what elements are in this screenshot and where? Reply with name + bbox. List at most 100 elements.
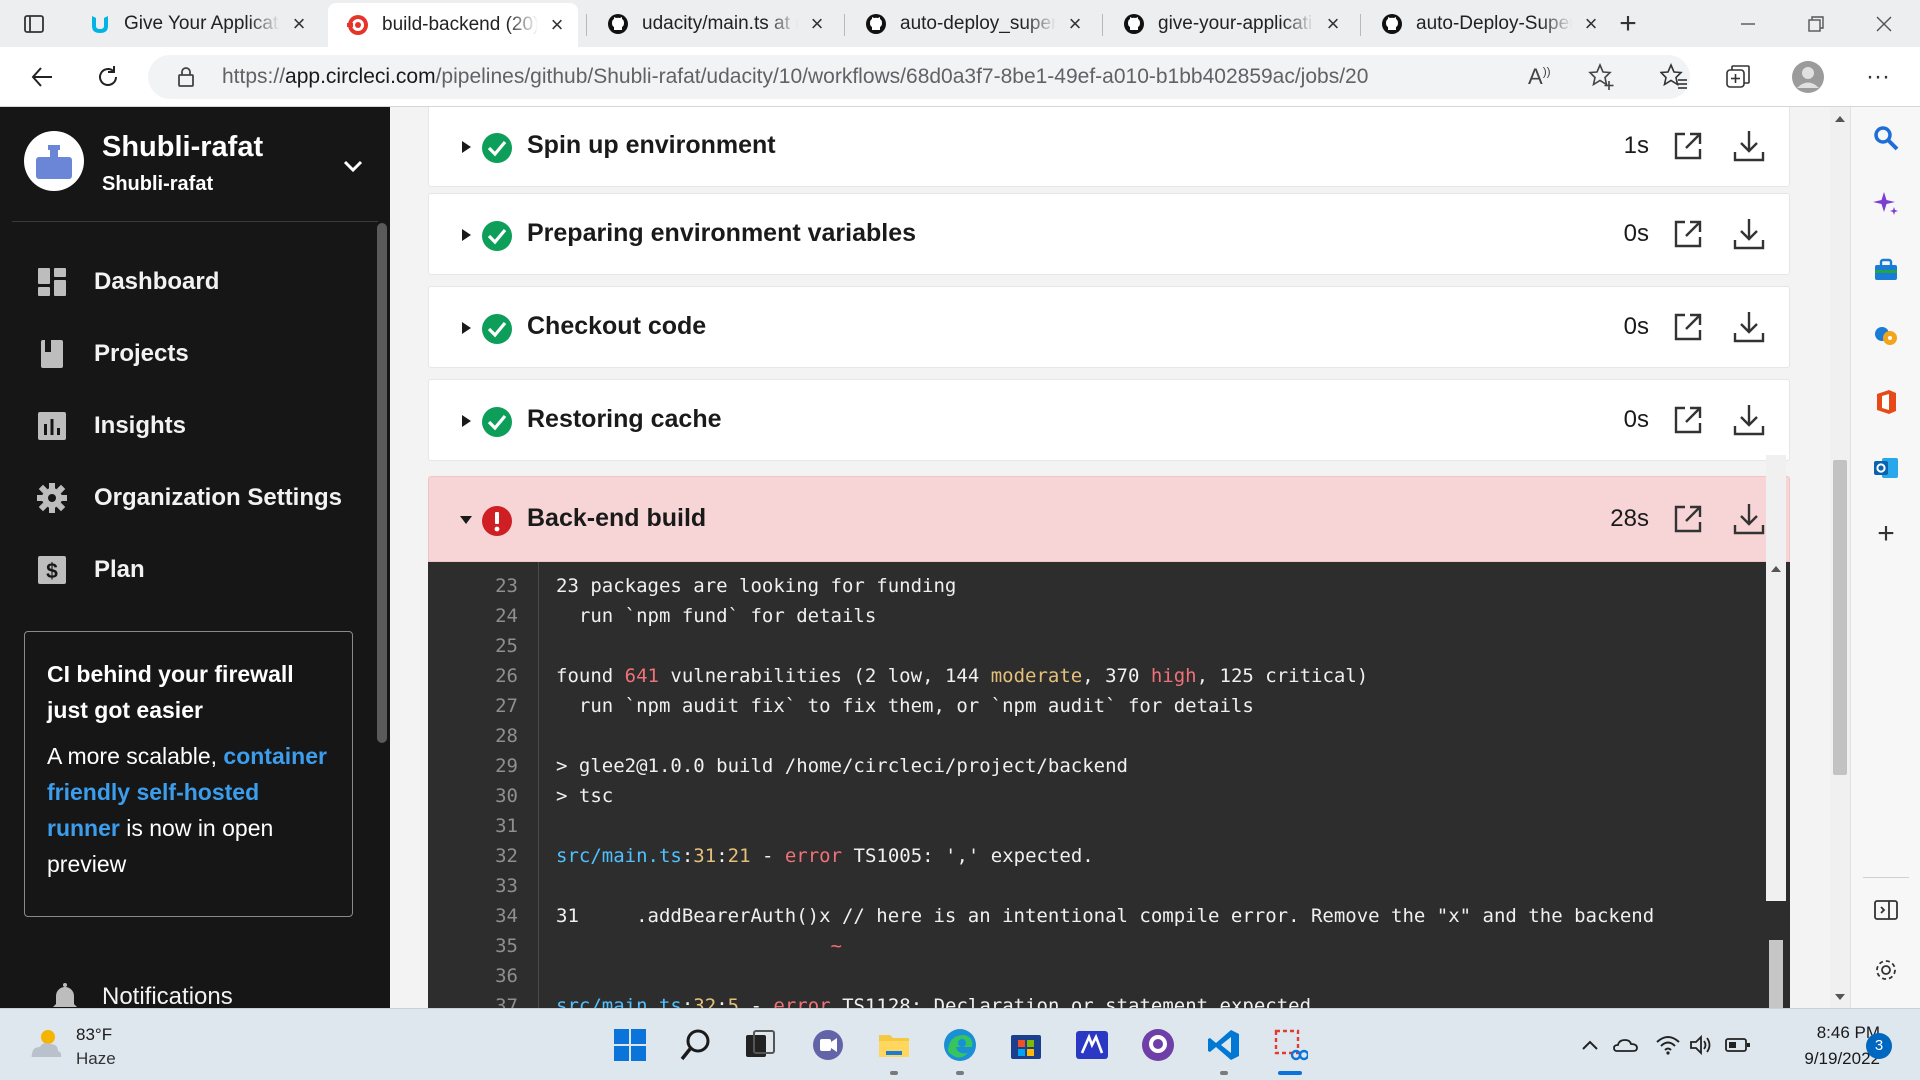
sidebar-item-projects[interactable]: Projects	[36, 329, 366, 379]
sidebar-scrollbar[interactable]	[377, 223, 387, 743]
page-scroll-thumb[interactable]	[1833, 460, 1847, 775]
settings-icon[interactable]	[1869, 953, 1903, 987]
build-log-console[interactable]: 23 23 packages are looking for funding 24 …	[428, 562, 1790, 1008]
sparkle-icon[interactable]	[1869, 187, 1903, 221]
shopping-icon[interactable]	[1869, 253, 1903, 287]
sidebar-item-organization-settings[interactable]: Organization Settings	[36, 473, 366, 523]
address-bar[interactable]: https://app.circleci.com/pipelines/githu…	[148, 55, 1690, 99]
tab-give-your-application-repo[interactable]: give-your-application-auto-deploy ×	[1104, 5, 1354, 43]
step-row-failed[interactable]: Back-end build 28s	[428, 476, 1790, 562]
more-menu-icon[interactable]: ···	[1860, 59, 1896, 95]
clock-time[interactable]: 8:46 PM	[1770, 1023, 1880, 1043]
snipping-tool-icon[interactable]	[1268, 1023, 1312, 1067]
line-number[interactable]: 36	[428, 961, 518, 991]
open-external-icon[interactable]	[1671, 310, 1705, 344]
file-explorer-icon[interactable]	[872, 1023, 916, 1067]
line-number[interactable]: 27	[428, 691, 518, 721]
restore-button[interactable]	[1800, 8, 1832, 40]
onedrive-icon[interactable]	[1612, 1031, 1640, 1059]
line-number[interactable]: 31	[428, 811, 518, 841]
github-desktop-icon[interactable]	[1136, 1023, 1180, 1067]
profile-avatar[interactable]	[1790, 59, 1826, 95]
line-number[interactable]: 24	[428, 601, 518, 631]
sidebar-item-plan[interactable]: $ Plan	[36, 545, 366, 595]
minimize-button[interactable]	[1732, 8, 1764, 40]
step-row[interactable]: Restoring cache 0s	[428, 379, 1790, 461]
close-icon[interactable]: ×	[1064, 13, 1086, 35]
chevron-down-icon[interactable]	[338, 151, 368, 181]
clock-date[interactable]: 9/19/2022	[1770, 1049, 1880, 1069]
caret-right-icon[interactable]	[459, 227, 473, 243]
caret-right-icon[interactable]	[459, 139, 473, 155]
volume-icon[interactable]	[1688, 1031, 1716, 1059]
scroll-up-arrow-icon[interactable]	[1767, 560, 1785, 578]
scroll-up-arrow-icon[interactable]	[1832, 111, 1848, 127]
teams-chat-icon[interactable]	[806, 1023, 850, 1067]
sidebar-item-dashboard[interactable]: Dashboard	[36, 257, 366, 307]
notification-count-badge[interactable]: 3	[1866, 1033, 1892, 1059]
collections-icon[interactable]	[1720, 59, 1756, 95]
caret-down-icon[interactable]	[459, 512, 473, 528]
download-icon[interactable]	[1731, 309, 1767, 345]
close-window-button[interactable]	[1868, 8, 1900, 40]
read-aloud-icon[interactable]: A))	[1528, 64, 1551, 90]
line-number[interactable]: 25	[428, 631, 518, 661]
weather-condition[interactable]: Haze	[76, 1049, 116, 1069]
org-name[interactable]: Shubli-rafat	[102, 131, 263, 164]
close-icon[interactable]: ×	[546, 14, 568, 36]
battery-icon[interactable]	[1724, 1031, 1752, 1059]
avatar[interactable]	[24, 131, 84, 191]
open-external-icon[interactable]	[1671, 129, 1705, 163]
download-icon[interactable]	[1731, 402, 1767, 438]
download-icon[interactable]	[1731, 216, 1767, 252]
step-row[interactable]: Preparing environment variables 0s	[428, 193, 1790, 275]
weather-temperature[interactable]: 83°F	[76, 1025, 112, 1045]
chevron-up-icon[interactable]	[1576, 1031, 1604, 1059]
console-scroll-thumb[interactable]	[1769, 940, 1783, 1008]
tab-udacity-main-ts[interactable]: udacity/main.ts at main ×	[588, 5, 838, 43]
step-row[interactable]: Checkout code 0s	[428, 286, 1790, 368]
tab-auto-deploy-superpowers[interactable]: auto-deploy_superpowers ×	[846, 5, 1096, 43]
favorites-icon[interactable]	[1656, 59, 1692, 95]
editor-app-icon[interactable]	[1070, 1023, 1114, 1067]
search-icon[interactable]	[1869, 121, 1903, 155]
lock-icon[interactable]	[176, 65, 196, 94]
tab-build-backend[interactable]: build-backend (20) ×	[328, 3, 578, 47]
search-icon[interactable]	[674, 1023, 718, 1067]
close-icon[interactable]: ×	[1322, 13, 1344, 35]
close-icon[interactable]: ×	[1580, 13, 1602, 35]
refresh-button[interactable]	[90, 59, 126, 95]
back-button[interactable]	[24, 59, 60, 95]
line-number[interactable]: 23	[428, 571, 518, 601]
windows-start-icon[interactable]	[608, 1023, 652, 1067]
vscode-icon[interactable]	[1202, 1023, 1246, 1067]
line-number[interactable]: 32	[428, 841, 518, 871]
line-number[interactable]: 33	[428, 871, 518, 901]
tab-actions-icon[interactable]	[18, 8, 50, 40]
outlook-icon[interactable]	[1869, 451, 1903, 485]
scroll-down-arrow-icon[interactable]	[1832, 989, 1848, 1005]
games-icon[interactable]	[1869, 319, 1903, 353]
download-icon[interactable]	[1731, 128, 1767, 164]
line-number[interactable]: 26	[428, 661, 518, 691]
step-row[interactable]: Spin up environment 1s	[428, 107, 1790, 187]
sidebar-item-insights[interactable]: Insights	[36, 401, 366, 451]
console-scrollbar[interactable]	[1766, 455, 1786, 901]
line-number[interactable]: 34	[428, 901, 518, 931]
caret-right-icon[interactable]	[459, 320, 473, 336]
microsoft-store-icon[interactable]	[1004, 1023, 1048, 1067]
line-number[interactable]: 37	[428, 991, 518, 1008]
close-icon[interactable]: ×	[288, 13, 310, 35]
line-number[interactable]: 28	[428, 721, 518, 751]
caret-right-icon[interactable]	[459, 413, 473, 429]
url-text[interactable]: https://app.circleci.com/pipelines/githu…	[222, 65, 1368, 89]
line-number[interactable]: 35	[428, 931, 518, 961]
download-icon[interactable]	[1731, 501, 1767, 537]
task-view-icon[interactable]	[738, 1023, 782, 1067]
new-tab-button[interactable]: +	[1612, 7, 1644, 40]
open-external-icon[interactable]	[1671, 403, 1705, 437]
line-number[interactable]: 30	[428, 781, 518, 811]
open-external-icon[interactable]	[1671, 502, 1705, 536]
add-favorite-icon[interactable]	[1588, 62, 1616, 96]
wifi-icon[interactable]	[1654, 1031, 1682, 1059]
